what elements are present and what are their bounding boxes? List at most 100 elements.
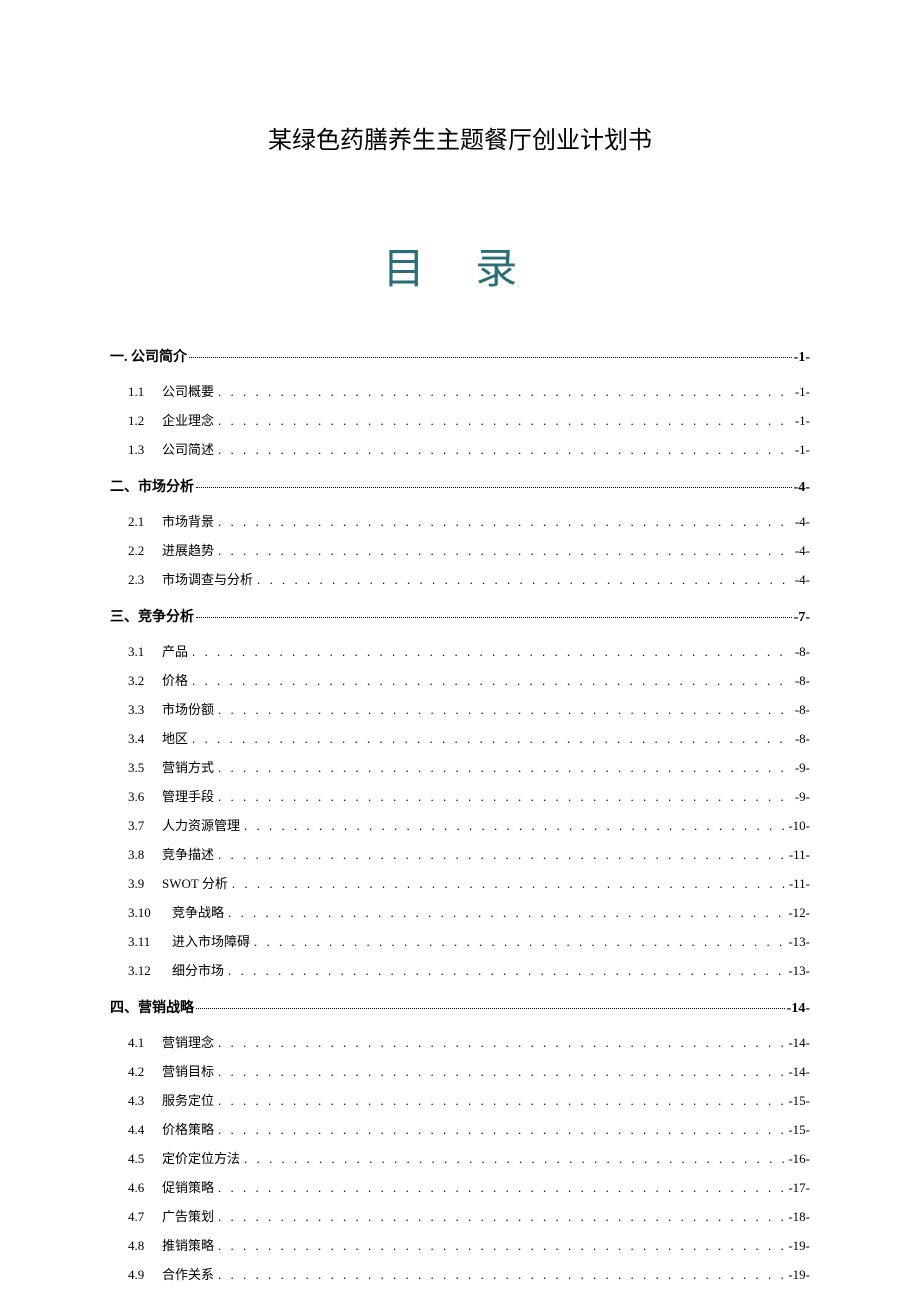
toc-item-row: 3.10竞争战略. . . . . . . . . . . . . . . . … (110, 902, 810, 921)
toc-item-number: 3.8 (128, 847, 162, 863)
toc-item-number: 4.7 (128, 1209, 162, 1225)
toc-item-page: -14- (788, 1064, 810, 1080)
toc-item-row: 1.3公司简述. . . . . . . . . . . . . . . . .… (110, 439, 810, 458)
toc-item-number: 4.9 (128, 1267, 162, 1283)
toc-item-number: 2.3 (128, 572, 162, 588)
toc-leader-dots: . . . . . . . . . . . . . . . . . . . . … (218, 1209, 784, 1225)
toc-section-row: 四、营销战略-14- (110, 997, 810, 1022)
toc-leader-dots: . . . . . . . . . . . . . . . . . . . . … (192, 673, 791, 689)
toc-leader-dots: . . . . . . . . . . . . . . . . . . . . … (218, 1238, 784, 1254)
toc-item-page: -15- (788, 1093, 810, 1109)
toc-item-label: 服务定位 (162, 1090, 214, 1109)
toc-item-row: 4.2营销目标. . . . . . . . . . . . . . . . .… (110, 1061, 810, 1080)
toc-item-label: SWOT 分析 (162, 873, 228, 892)
toc-leader-dots: . . . . . . . . . . . . . . . . . . . . … (232, 876, 785, 892)
toc-leader-dots: . . . . . . . . . . . . . . . . . . . . … (218, 413, 791, 429)
toc-item-page: -1- (795, 442, 810, 458)
toc-item-row: 1.2企业理念. . . . . . . . . . . . . . . . .… (110, 410, 810, 429)
toc-leader-dots (196, 617, 792, 618)
toc-item-number: 3.3 (128, 702, 162, 718)
toc-item-number: 4.1 (128, 1035, 162, 1051)
toc-section-label: 一. 公司简介 (110, 346, 187, 366)
toc-leader-dots: . . . . . . . . . . . . . . . . . . . . … (218, 760, 791, 776)
toc-item-label: 企业理念 (162, 410, 214, 429)
toc-item-number: 4.5 (128, 1151, 162, 1167)
toc-item-row: 3.12细分市场. . . . . . . . . . . . . . . . … (110, 960, 810, 979)
toc-item-label: 广告策划 (162, 1206, 214, 1225)
toc-item-number: 3.7 (128, 818, 162, 834)
toc-item-number: 4.6 (128, 1180, 162, 1196)
toc-item-row: 3.3市场份额. . . . . . . . . . . . . . . . .… (110, 699, 810, 718)
toc-item-row: 4.3服务定位. . . . . . . . . . . . . . . . .… (110, 1090, 810, 1109)
toc-item-row: 3.9SWOT 分析. . . . . . . . . . . . . . . … (110, 873, 810, 892)
toc-item-row: 3.7人力资源管理. . . . . . . . . . . . . . . .… (110, 815, 810, 834)
toc-section-row: 三、竞争分析 -7- (110, 606, 810, 631)
toc-leader-dots: . . . . . . . . . . . . . . . . . . . . … (218, 384, 791, 400)
toc-item-page: -14- (788, 1035, 810, 1051)
document-title: 某绿色药膳养生主题餐厅创业计划书 (110, 120, 810, 155)
toc-item-number: 3.6 (128, 789, 162, 805)
toc-item-page: -9- (795, 760, 810, 776)
toc-item-label: 市场背景 (162, 511, 214, 530)
toc-item-label: 价格 (162, 670, 188, 689)
toc-item-row: 3.11进入市场障碍. . . . . . . . . . . . . . . … (110, 931, 810, 950)
toc-item-label: 进展趋势 (162, 540, 214, 559)
toc-item-page: -16- (788, 1151, 810, 1167)
toc-item-page: -15- (788, 1122, 810, 1138)
toc-leader-dots: . . . . . . . . . . . . . . . . . . . . … (244, 818, 784, 834)
toc-item-label: 竞争战略 (172, 902, 224, 921)
toc-leader-dots: . . . . . . . . . . . . . . . . . . . . … (218, 543, 791, 559)
toc-leader-dots (196, 1008, 785, 1009)
toc-section-row: 二、市场分析-4- (110, 476, 810, 501)
toc-section-label: 二、市场分析 (110, 476, 194, 496)
toc-item-page: -8- (795, 644, 810, 660)
toc-item-label: 定价定位方法 (162, 1148, 240, 1167)
toc-item-page: -12- (788, 905, 810, 921)
toc-item-page: -9- (795, 789, 810, 805)
toc-leader-dots: . . . . . . . . . . . . . . . . . . . . … (218, 1035, 784, 1051)
toc-item-row: 4.1营销理念. . . . . . . . . . . . . . . . .… (110, 1032, 810, 1051)
toc-item-number: 3.1 (128, 644, 162, 660)
toc-item-page: -10- (788, 818, 810, 834)
toc-leader-dots: . . . . . . . . . . . . . . . . . . . . … (257, 572, 791, 588)
toc-item-label: 价格策略 (162, 1119, 214, 1138)
toc-item-number: 4.8 (128, 1238, 162, 1254)
toc-item-number: 3.5 (128, 760, 162, 776)
toc-leader-dots: . . . . . . . . . . . . . . . . . . . . … (228, 963, 784, 979)
toc-item-row: 4.4价格策略. . . . . . . . . . . . . . . . .… (110, 1119, 810, 1138)
toc-item-row: 4.5定价定位方法. . . . . . . . . . . . . . . .… (110, 1148, 810, 1167)
toc-item-row: 2.2进展趋势. . . . . . . . . . . . . . . . .… (110, 540, 810, 559)
toc-item-label: 合作关系 (162, 1264, 214, 1283)
toc-section-page: -7- (794, 610, 810, 626)
toc-item-page: -8- (795, 731, 810, 747)
toc-leader-dots: . . . . . . . . . . . . . . . . . . . . … (244, 1151, 784, 1167)
toc-item-page: -4- (795, 543, 810, 559)
toc-item-page: -18- (788, 1209, 810, 1225)
toc-item-page: -1- (795, 413, 810, 429)
toc-leader-dots: . . . . . . . . . . . . . . . . . . . . … (218, 442, 791, 458)
toc-item-number: 4.2 (128, 1064, 162, 1080)
toc-item-label: 公司简述 (162, 439, 214, 458)
toc-item-row: 4.8推销策略. . . . . . . . . . . . . . . . .… (110, 1235, 810, 1254)
toc-item-label: 推销策略 (162, 1235, 214, 1254)
toc-item-number: 3.2 (128, 673, 162, 689)
toc-item-number: 4.4 (128, 1122, 162, 1138)
toc-leader-dots: . . . . . . . . . . . . . . . . . . . . … (218, 847, 785, 863)
toc-leader-dots: . . . . . . . . . . . . . . . . . . . . … (218, 789, 791, 805)
toc-item-label: 营销目标 (162, 1061, 214, 1080)
toc-leader-dots: . . . . . . . . . . . . . . . . . . . . … (192, 644, 791, 660)
toc-item-page: -13- (788, 963, 810, 979)
toc-section-label: 三、竞争分析 (110, 606, 194, 626)
toc-item-number: 2.1 (128, 514, 162, 530)
toc-item-number: 3.10 (128, 905, 172, 921)
toc-leader-dots (196, 487, 792, 488)
toc-item-row: 2.1市场背景. . . . . . . . . . . . . . . . .… (110, 511, 810, 530)
toc-item-label: 管理手段 (162, 786, 214, 805)
toc-item-row: 1.1公司概要. . . . . . . . . . . . . . . . .… (110, 381, 810, 400)
toc-item-number: 2.2 (128, 543, 162, 559)
toc-item-page: -19- (788, 1238, 810, 1254)
toc-item-row: 3.4地区. . . . . . . . . . . . . . . . . .… (110, 728, 810, 747)
toc-item-label: 公司概要 (162, 381, 214, 400)
toc-item-label: 市场调查与分析 (162, 569, 253, 588)
toc-leader-dots (189, 357, 792, 358)
